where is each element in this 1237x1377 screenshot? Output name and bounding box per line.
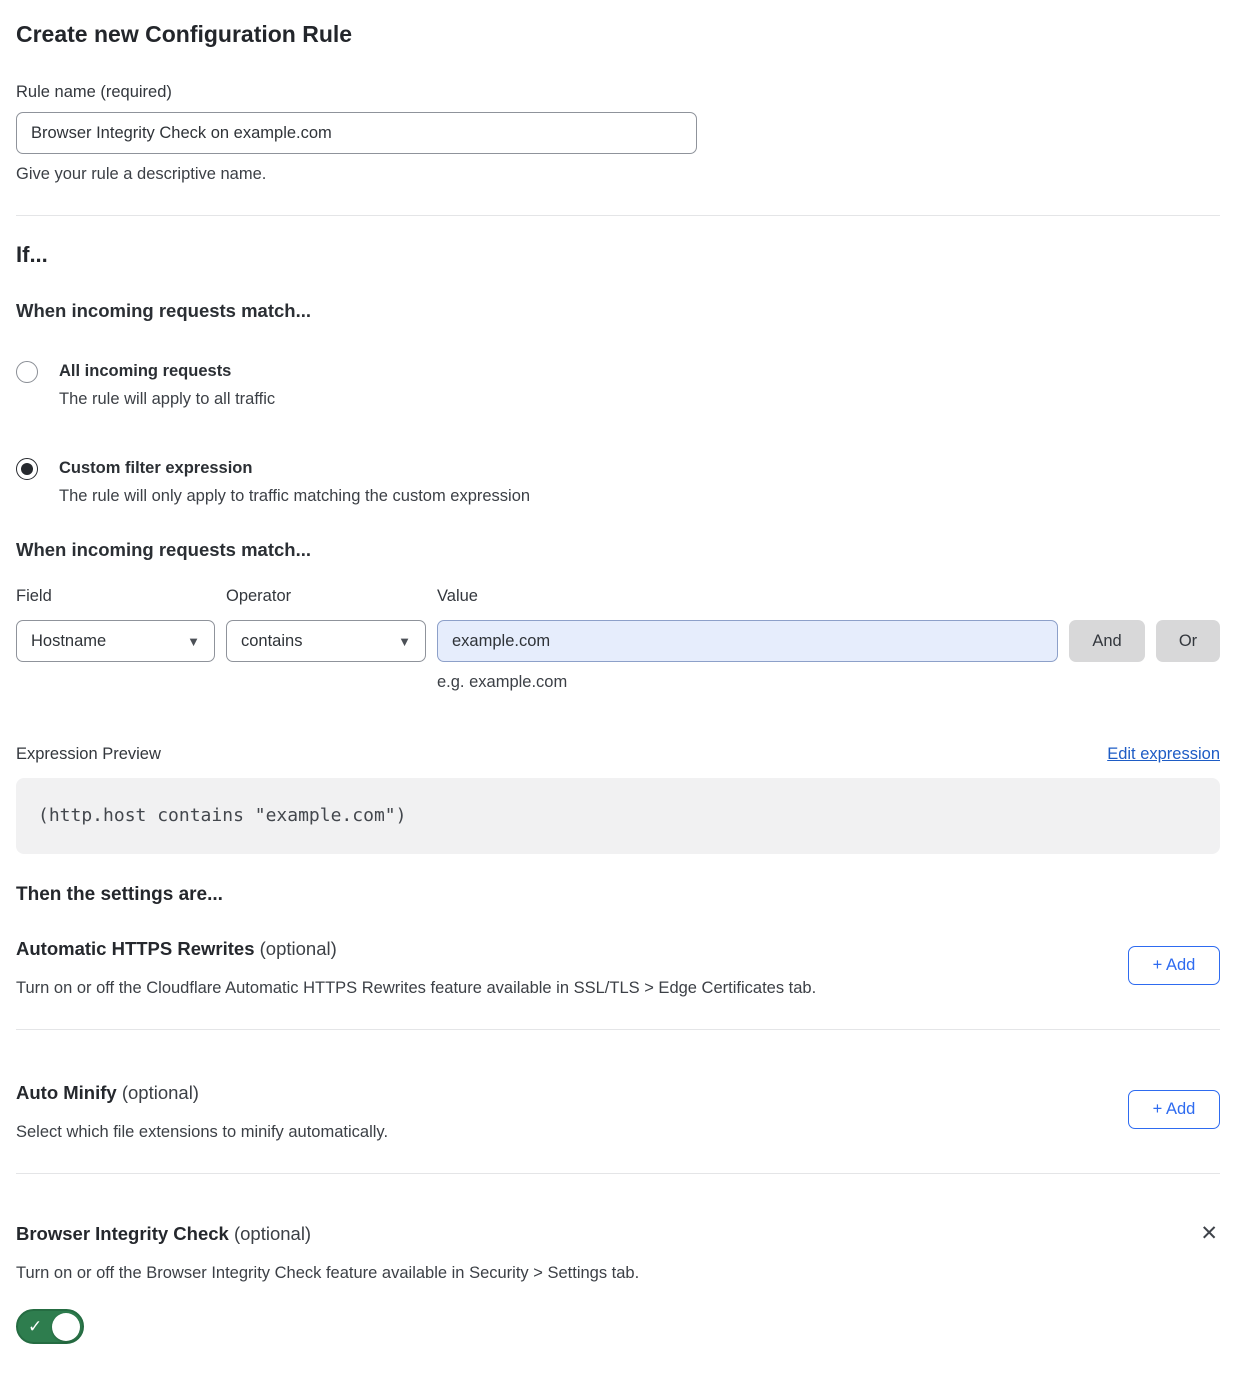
expression-preview-header: Expression Preview Edit expression — [16, 743, 1220, 765]
setting-title-text: Auto Minify — [16, 1082, 117, 1103]
setting-title: Auto Minify (optional) — [16, 1081, 388, 1105]
radio-custom-filter-expression-label[interactable]: Custom filter expression — [59, 457, 530, 479]
setting-title-text: Browser Integrity Check — [16, 1223, 229, 1244]
toggle-knob — [52, 1313, 80, 1341]
match-heading: When incoming requests match... — [16, 299, 1220, 323]
field-label: Field — [16, 586, 215, 606]
filter-expression-row: Field Hostname ▼ Operator contains ▼ Val… — [16, 586, 1220, 693]
setting-browser-integrity-check: Browser Integrity Check (optional) ✕ Tur… — [16, 1222, 1220, 1349]
edit-expression-link[interactable]: Edit expression — [1107, 743, 1220, 765]
operator-label: Operator — [226, 586, 426, 606]
value-helper: e.g. example.com — [437, 671, 1058, 693]
check-icon: ✓ — [28, 1318, 42, 1335]
rule-name-input[interactable] — [16, 112, 697, 154]
radio-all-incoming-requests[interactable] — [16, 361, 38, 383]
expression-preview-label: Expression Preview — [16, 743, 161, 765]
setting-description: Select which file extensions to minify a… — [16, 1121, 388, 1143]
radio-all-incoming-requests-description: The rule will apply to all traffic — [59, 388, 275, 411]
section-divider — [16, 1173, 1220, 1174]
or-button[interactable]: Or — [1156, 620, 1220, 662]
operator-select-value: contains — [241, 632, 302, 651]
radio-row-all-incoming-requests: All incoming requests The rule will appl… — [16, 360, 1220, 411]
page-title: Create new Configuration Rule — [16, 19, 1220, 49]
rule-name-group: Rule name (required) Give your rule a de… — [16, 82, 1220, 185]
create-configuration-rule-page: Create new Configuration Rule Rule name … — [0, 0, 1237, 1369]
then-settings-heading: Then the settings are... — [16, 882, 1220, 907]
field-column: Field Hostname ▼ — [16, 586, 215, 662]
setting-optional-tag: (optional) — [260, 938, 337, 959]
setting-title: Automatic HTTPS Rewrites (optional) — [16, 937, 816, 961]
add-auto-minify-button[interactable]: + Add — [1128, 1090, 1220, 1129]
section-divider — [16, 215, 1220, 216]
chevron-down-icon: ▼ — [398, 635, 411, 648]
browser-integrity-check-toggle[interactable]: ✓ — [16, 1309, 84, 1344]
radio-all-incoming-requests-label[interactable]: All incoming requests — [59, 360, 275, 382]
field-select[interactable]: Hostname ▼ — [16, 620, 215, 662]
chevron-down-icon: ▼ — [187, 635, 200, 648]
setting-automatic-https-rewrites: Automatic HTTPS Rewrites (optional) Turn… — [16, 937, 1220, 999]
value-label: Value — [437, 586, 1058, 606]
setting-title: Browser Integrity Check (optional) — [16, 1222, 311, 1246]
setting-description: Turn on or off the Browser Integrity Che… — [16, 1262, 1220, 1284]
operator-column: Operator contains ▼ — [226, 586, 426, 662]
if-heading: If... — [16, 241, 1220, 269]
add-automatic-https-rewrites-button[interactable]: + Add — [1128, 946, 1220, 985]
rule-name-helper: Give your rule a descriptive name. — [16, 163, 1220, 185]
section-divider — [16, 1029, 1220, 1030]
operator-select[interactable]: contains ▼ — [226, 620, 426, 662]
radio-row-custom-filter-expression: Custom filter expression The rule will o… — [16, 457, 1220, 508]
expression-preview-code: (http.host contains "example.com") — [16, 778, 1220, 854]
radio-custom-filter-expression-description: The rule will only apply to traffic matc… — [59, 485, 530, 508]
setting-title-text: Automatic HTTPS Rewrites — [16, 938, 255, 959]
rule-name-label: Rule name (required) — [16, 83, 172, 101]
and-button[interactable]: And — [1069, 620, 1145, 662]
field-select-value: Hostname — [31, 632, 106, 651]
radio-custom-filter-expression[interactable] — [16, 458, 38, 480]
setting-description: Turn on or off the Cloudflare Automatic … — [16, 977, 816, 999]
value-column: Value e.g. example.com — [437, 586, 1058, 693]
filter-match-heading: When incoming requests match... — [16, 538, 1220, 562]
close-icon[interactable]: ✕ — [1198, 1222, 1220, 1246]
value-input[interactable] — [437, 620, 1058, 662]
setting-optional-tag: (optional) — [234, 1223, 311, 1244]
setting-optional-tag: (optional) — [122, 1082, 199, 1103]
setting-auto-minify: Auto Minify (optional) Select which file… — [16, 1081, 1220, 1143]
